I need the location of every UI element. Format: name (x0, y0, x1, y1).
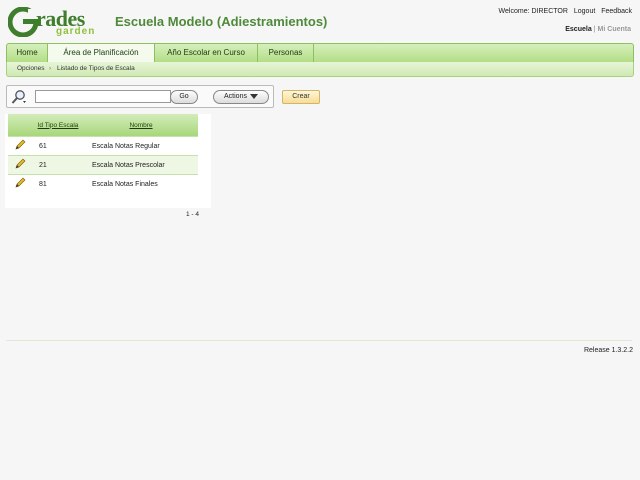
report-table: Id Tipo Escala Nombre 61 Escala Notas Re… (8, 114, 198, 193)
table-row: 61 Escala Notas Regular (8, 136, 198, 156)
welcome-text: Welcome: DIRECTOR (498, 8, 568, 15)
app-title: Escuela Modelo (Adiestramientos) (115, 14, 328, 29)
actions-button[interactable]: Actions (213, 90, 269, 104)
edit-pencil-icon[interactable] (14, 158, 26, 170)
create-button[interactable]: Crear (282, 90, 320, 104)
edit-cell[interactable] (8, 155, 32, 175)
logout-link[interactable]: Logout (574, 8, 595, 15)
tab-personas[interactable]: Personas (258, 44, 314, 62)
tab-area-planificacion[interactable]: Área de Planificación (48, 44, 155, 62)
id-cell: 21 (32, 155, 84, 175)
table-row: 21 Escala Notas Prescolar (8, 155, 198, 175)
search-icon[interactable] (11, 89, 27, 105)
top-links: Welcome: DIRECTOR Logout Feedback (495, 8, 632, 15)
edit-pencil-icon[interactable] (14, 177, 26, 189)
escuela-link[interactable]: Escuela (565, 26, 591, 33)
name-cell: Escala Notas Finales (84, 174, 198, 193)
grades-logo-icon (8, 7, 38, 37)
breadcrumb: Opciones › Listado de Tipos de Escala (6, 62, 634, 77)
name-cell: Escala Notas Regular (84, 136, 198, 156)
edit-column-header (8, 114, 32, 137)
breadcrumb-opciones[interactable]: Opciones (17, 62, 44, 76)
feedback-link[interactable]: Feedback (601, 8, 632, 15)
tab-ano-escolar[interactable]: Año Escolar en Curso (155, 44, 258, 62)
release-version: Release 1.3.2.2 (583, 347, 633, 354)
search-bar: Go Actions (6, 85, 274, 108)
edit-pencil-icon[interactable] (14, 139, 26, 151)
footer-divider (6, 340, 632, 341)
id-cell: 61 (32, 136, 84, 156)
breadcrumb-current: Listado de Tipos de Escala (57, 65, 135, 72)
id-column-header[interactable]: Id Tipo Escala (32, 114, 84, 137)
grades-garden-logo[interactable]: rades garden (8, 6, 104, 40)
breadcrumb-chevron-icon: › (49, 65, 52, 72)
name-cell: Escala Notas Prescolar (84, 155, 198, 175)
dropdown-icon (249, 93, 258, 99)
edit-cell[interactable] (8, 174, 32, 193)
name-column-header[interactable]: Nombre (84, 114, 198, 137)
actions-label: Actions (224, 93, 247, 100)
table-row: 81 Escala Notas Finales (8, 174, 198, 193)
pagination-text: 1 - 4 (186, 211, 200, 218)
tab-home[interactable]: Home (7, 44, 48, 62)
context-separator: | (593, 26, 596, 33)
logo-subtitle: garden (56, 26, 96, 37)
mi-cuenta-link[interactable]: Mi Cuenta (598, 26, 631, 33)
context-links: Escuela | Mi Cuenta (565, 26, 631, 33)
id-cell: 81 (32, 174, 84, 193)
edit-cell[interactable] (8, 136, 32, 156)
search-input[interactable] (35, 90, 171, 103)
go-button[interactable]: Go (170, 90, 198, 104)
main-tabs: Home Área de Planificación Año Escolar e… (6, 43, 634, 63)
report-table-container: Id Tipo Escala Nombre 61 Escala Notas Re… (8, 114, 198, 193)
